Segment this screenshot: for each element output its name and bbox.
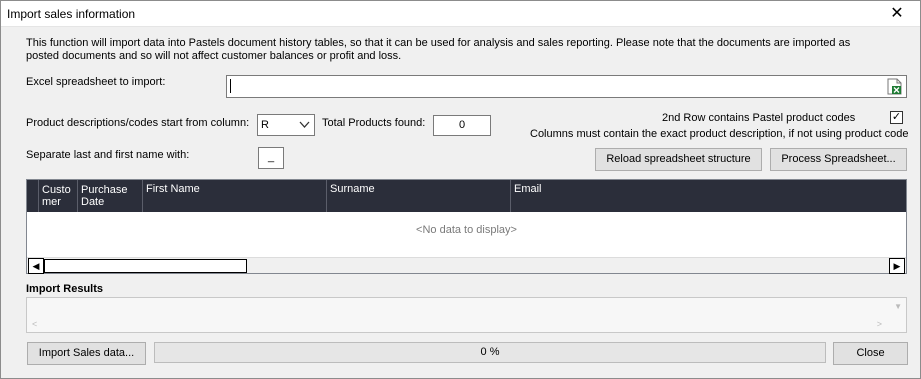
close-button[interactable]: Close — [833, 342, 908, 365]
chevron-down-icon[interactable] — [299, 120, 310, 132]
separator-input[interactable]: _ — [258, 147, 284, 169]
grid-column-header[interactable]: Custo mer — [39, 180, 78, 212]
separator-label: Separate last and first name with: — [26, 149, 190, 161]
data-grid[interactable]: Custo mer Purchase Date First Name Surna… — [26, 179, 907, 274]
second-row-checkbox[interactable]: ✓ — [890, 111, 903, 124]
columns-note: Columns must contain the exact product d… — [530, 128, 909, 140]
column-select-value: R — [261, 119, 269, 131]
column-select[interactable]: R — [257, 114, 315, 136]
title-bar: Import sales information ✕ — [1, 1, 920, 27]
import-sales-button[interactable]: Import Sales data... — [27, 342, 146, 365]
grid-header: Custo mer Purchase Date First Name Surna… — [27, 180, 906, 212]
grid-empty-text: <No data to display> — [416, 224, 517, 236]
horizontal-scrollbar[interactable]: ◀ ▶ — [27, 257, 906, 274]
import-results-box[interactable]: ▼ < > — [26, 297, 907, 333]
grid-column-header[interactable]: Surname — [327, 180, 511, 212]
scroll-thumb[interactable] — [44, 259, 247, 273]
excel-file-icon[interactable] — [886, 78, 903, 95]
reload-structure-button[interactable]: Reload spreadsheet structure — [595, 148, 762, 171]
import-progress-bar: 0 % — [154, 342, 826, 363]
import-results-label: Import Results — [26, 283, 104, 295]
scroll-left-small-icon[interactable]: < — [32, 319, 37, 329]
grid-column-header[interactable]: Email — [511, 180, 906, 212]
description-text: This function will import data into Past… — [26, 37, 851, 62]
excel-file-label: Excel spreadsheet to import: — [26, 76, 166, 88]
process-spreadsheet-button[interactable]: Process Spreadsheet... — [770, 148, 907, 171]
grid-column-header[interactable]: Purchase Date — [78, 180, 143, 212]
total-products-label: Total Products found: — [322, 117, 426, 129]
second-row-label: 2nd Row contains Pastel product codes — [662, 112, 856, 124]
progress-text: 0 % — [480, 346, 500, 358]
column-label: Product descriptions/codes start from co… — [26, 117, 250, 129]
window-title: Import sales information — [7, 7, 136, 21]
grid-column-header[interactable]: First Name — [143, 180, 327, 212]
text-caret — [230, 79, 231, 93]
total-products-value: 0 — [433, 115, 491, 136]
close-icon[interactable]: ✕ — [874, 1, 920, 27]
import-sales-dialog: Import sales information ✕ This function… — [0, 0, 921, 379]
scroll-right-small-icon[interactable]: > — [877, 319, 882, 329]
scroll-down-icon[interactable]: ▼ — [894, 302, 902, 311]
row-indicator-header — [27, 180, 39, 212]
scroll-left-icon[interactable]: ◀ — [28, 258, 44, 274]
excel-file-input[interactable] — [226, 75, 907, 98]
scroll-right-icon[interactable]: ▶ — [889, 258, 905, 274]
